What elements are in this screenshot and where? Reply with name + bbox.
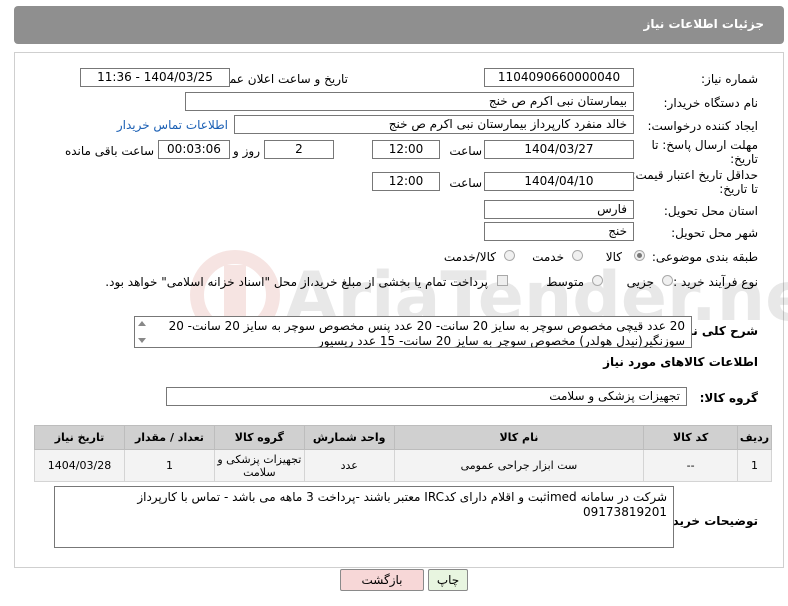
cell-quantity: 1 bbox=[124, 449, 215, 482]
cell-goods-name: ست ابزار جراحی عمومی bbox=[393, 449, 645, 482]
treasury-payment-note: پرداخت تمام یا بخشی از مبلغ خرید،از محل … bbox=[105, 275, 488, 289]
need-number-field: 1104090660000040 bbox=[484, 68, 634, 87]
remaining-time-field: 00:03:06 bbox=[158, 140, 230, 159]
scroll-arrows-icon bbox=[138, 321, 146, 343]
category-label: طبقه بندی موضوعی: bbox=[651, 250, 758, 264]
requester-label: ایجاد کننده درخواست: bbox=[647, 119, 758, 133]
col-goods-group: گروه کالا bbox=[213, 425, 305, 450]
table-row: 1 -- ست ابزار جراحی عمومی عدد تجهیزات پز… bbox=[34, 449, 772, 482]
process-type-label: نوع فرآیند خرید : bbox=[673, 275, 758, 289]
col-quantity: تعداد / مقدار bbox=[124, 425, 215, 450]
requester-field: خالد منفرد کارپرداز بیمارستان نبی اکرم ص… bbox=[234, 115, 634, 134]
category-radio-goods[interactable] bbox=[634, 250, 645, 261]
description-line-1: 20 عدد قیچی مخصوص سوچر به سایز 20 سانت- … bbox=[168, 319, 685, 333]
price-time-label: ساعت bbox=[449, 176, 482, 190]
need-number-label: شماره نیاز: bbox=[701, 72, 758, 86]
reply-deadline-label: مهلت ارسال پاسخ: تا bbox=[651, 138, 758, 152]
category-radio-service[interactable] bbox=[572, 250, 583, 261]
price-date-field: 1404/04/10 bbox=[484, 172, 634, 191]
process-option-minor: جزیی bbox=[626, 275, 654, 289]
treasury-payment-checkbox[interactable] bbox=[497, 275, 508, 286]
reply-time-field: 12:00 bbox=[372, 140, 440, 159]
table-header-row: ردیف کد کالا نام کالا واحد شمارش گروه کا… bbox=[34, 425, 772, 450]
price-time-field: 12:00 bbox=[372, 172, 440, 191]
print-button[interactable]: چاپ bbox=[428, 569, 468, 591]
items-table: ردیف کد کالا نام کالا واحد شمارش گروه کا… bbox=[34, 425, 772, 482]
description-line-2: سوزنگیر(نیدل هولدر) مخصوص سوچر به سایز 2… bbox=[317, 334, 685, 348]
goods-group-label: گروه کالا: bbox=[699, 391, 758, 405]
cell-goods-code: -- bbox=[643, 449, 739, 482]
city-label: شهر محل تحویل: bbox=[671, 226, 758, 240]
category-radio-goods-service[interactable] bbox=[504, 250, 515, 261]
col-goods-name: نام کالا bbox=[393, 425, 645, 450]
back-button[interactable]: بازگشت bbox=[340, 569, 424, 591]
buyer-notes-textarea[interactable]: شرکت در سامانه imedثبت و اقلام دارای کدI… bbox=[54, 486, 674, 548]
reply-deadline-label-2: تاریخ: bbox=[730, 152, 758, 166]
goods-group-field: تجهیزات پزشکی و سلامت bbox=[166, 387, 687, 406]
cell-goods-group: تجهیزات پزشکی و سلامت bbox=[213, 449, 305, 482]
reply-date-field: 1404/03/27 bbox=[484, 140, 634, 159]
category-option-goods: کالا bbox=[605, 250, 622, 264]
remaining-label: ساعت باقی مانده bbox=[64, 144, 154, 158]
announce-datetime-field: 1404/03/25 - 11:36 bbox=[80, 68, 230, 87]
province-label: استان محل تحویل: bbox=[663, 204, 758, 218]
buyer-org-field: بیمارستان نبی اکرم ص خنج bbox=[185, 92, 634, 111]
reply-time-label: ساعت bbox=[449, 144, 482, 158]
col-row-number: ردیف bbox=[737, 425, 772, 450]
col-unit: واحد شمارش bbox=[303, 425, 395, 450]
buyer-contact-link[interactable]: اطلاعات تماس خریدار bbox=[117, 118, 228, 132]
col-need-date: تاریخ نیاز bbox=[34, 425, 125, 450]
category-option-service: خدمت bbox=[532, 250, 564, 264]
page-title: جزئیات اطلاعات نیاز bbox=[643, 17, 764, 31]
price-validity-label: حداقل تاریخ اعتبار قیمت: bbox=[631, 168, 758, 182]
city-field: خنج bbox=[484, 222, 634, 241]
items-section-title: اطلاعات کالاهای مورد نیاز bbox=[603, 355, 758, 369]
process-radio-minor[interactable] bbox=[662, 275, 673, 286]
description-textarea[interactable]: 20 عدد قیچی مخصوص سوچر به سایز 20 سانت- … bbox=[134, 316, 692, 348]
process-option-medium: متوسط bbox=[546, 275, 584, 289]
cell-unit: عدد bbox=[303, 449, 395, 482]
cell-row-number: 1 bbox=[737, 449, 772, 482]
reply-days-field: 2 bbox=[264, 140, 334, 159]
category-option-goods-service: کالا/خدمت bbox=[443, 250, 496, 264]
col-goods-code: کد کالا bbox=[643, 425, 739, 450]
description-scroll-arrows[interactable] bbox=[137, 319, 147, 345]
province-field: فارس bbox=[484, 200, 634, 219]
price-validity-label-2: تا تاریخ: bbox=[719, 182, 758, 196]
cell-need-date: 1404/03/28 bbox=[34, 449, 125, 482]
buyer-org-label: نام دستگاه خریدار: bbox=[663, 96, 759, 110]
page-header: جزئیات اطلاعات نیاز bbox=[14, 6, 784, 44]
days-and-label: روز و bbox=[233, 144, 260, 158]
process-radio-medium[interactable] bbox=[592, 275, 603, 286]
